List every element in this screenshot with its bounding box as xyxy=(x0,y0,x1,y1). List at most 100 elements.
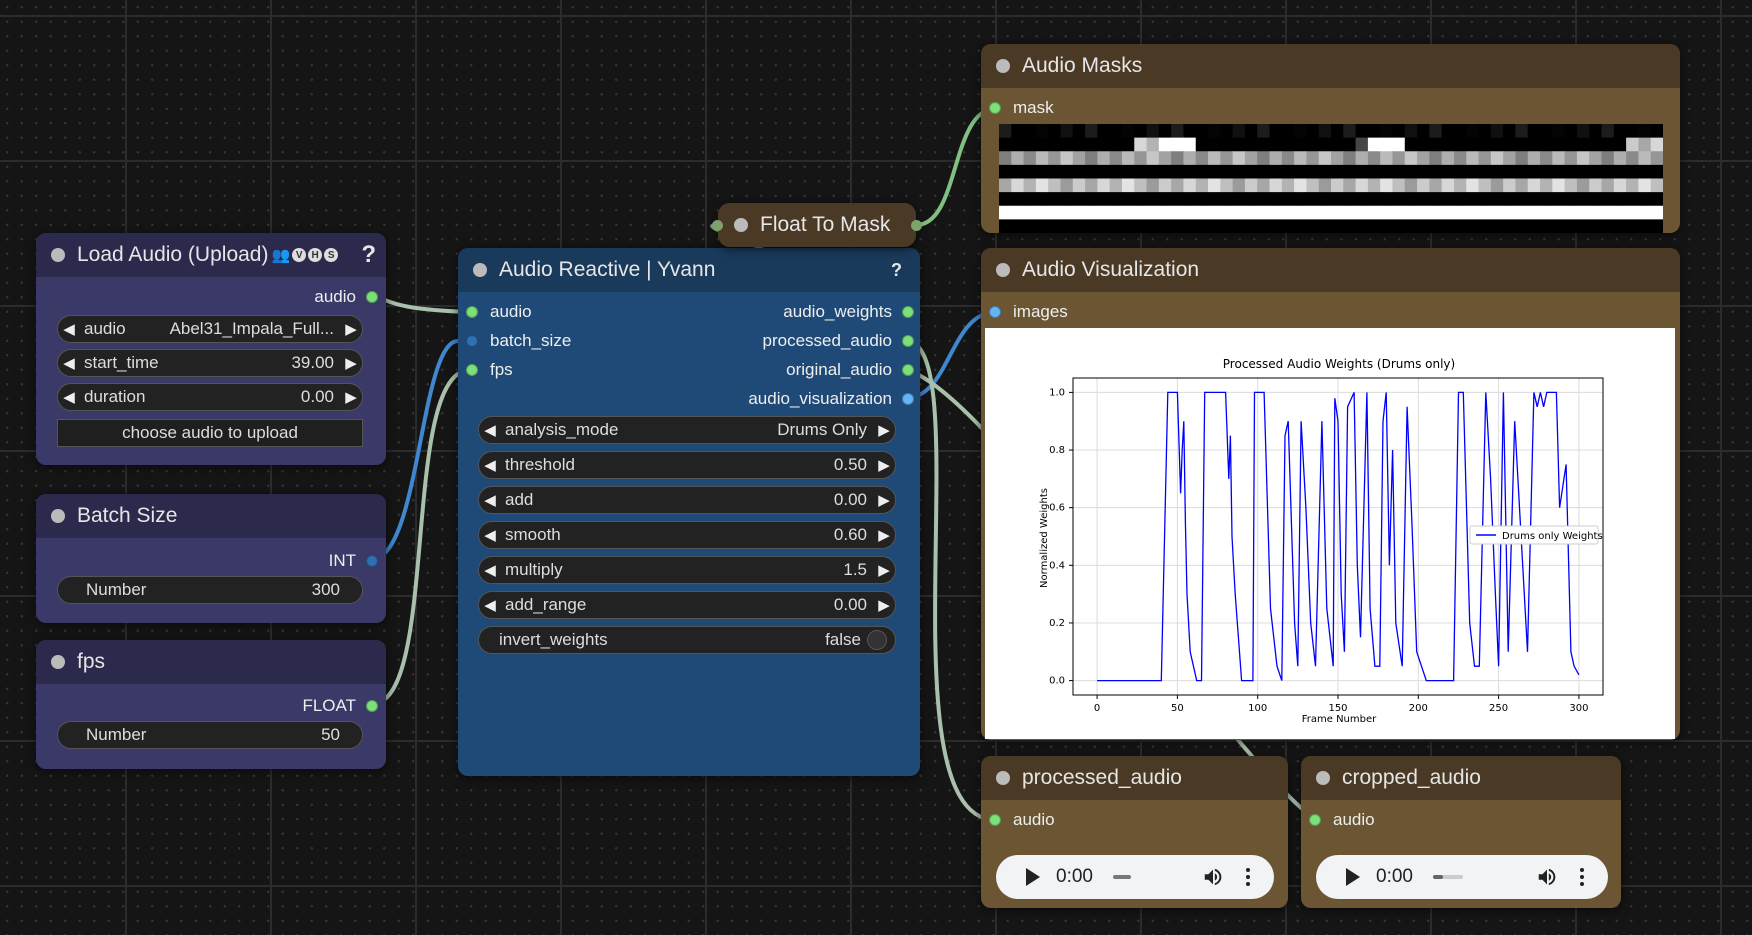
input-socket[interactable] xyxy=(466,306,478,318)
collapse-dot[interactable] xyxy=(996,771,1010,785)
left-arrow-icon[interactable]: ◀ xyxy=(479,421,501,439)
output-audio-weights[interactable]: audio_weights xyxy=(783,302,914,322)
node-title-bar[interactable]: Load Audio (Upload) 👥 V H S ? xyxy=(36,233,386,277)
duration-widget[interactable]: ◀ duration 0.00 ▶ xyxy=(57,383,363,411)
volume-icon[interactable] xyxy=(1536,866,1558,888)
right-arrow-icon[interactable]: ▶ xyxy=(873,526,895,544)
collapse-dot[interactable] xyxy=(996,263,1010,277)
node-title-bar[interactable]: Batch Size xyxy=(36,494,386,538)
volume-icon[interactable] xyxy=(1202,866,1224,888)
input-socket[interactable] xyxy=(1309,814,1321,826)
audio-visualization-node[interactable]: Audio Visualization images Processed Aud… xyxy=(981,248,1680,740)
input-socket[interactable] xyxy=(712,219,723,231)
left-arrow-icon[interactable]: ◀ xyxy=(58,320,80,338)
multiply-widget[interactable]: ◀ multiply 1.5 ▶ xyxy=(478,556,896,584)
cropped-audio-node[interactable]: cropped_audio audio 0:00 xyxy=(1301,756,1621,908)
collapse-dot[interactable] xyxy=(473,263,487,277)
right-arrow-icon[interactable]: ▶ xyxy=(873,561,895,579)
input-socket[interactable] xyxy=(989,306,1001,318)
left-arrow-icon[interactable]: ◀ xyxy=(58,388,80,406)
right-arrow-icon[interactable]: ▶ xyxy=(873,421,895,439)
left-arrow-icon[interactable]: ◀ xyxy=(479,561,501,579)
node-title-bar[interactable]: fps xyxy=(36,640,386,684)
float-to-mask-node[interactable]: Float To Mask xyxy=(712,203,922,247)
invert-weights-toggle[interactable]: invert_weights false xyxy=(478,626,896,654)
batch-size-node[interactable]: Batch Size INT Number 300 xyxy=(36,494,386,623)
input-audio[interactable]: audio xyxy=(989,810,1055,830)
output-socket[interactable] xyxy=(902,306,914,318)
node-title-bar[interactable]: cropped_audio xyxy=(1301,756,1621,800)
output-socket[interactable] xyxy=(911,219,922,231)
audio-reactive-node[interactable]: Audio Reactive | Yvann ? audio batch_siz… xyxy=(458,248,920,776)
input-batch-size[interactable]: batch_size xyxy=(466,331,571,351)
play-icon[interactable] xyxy=(1346,868,1360,886)
output-processed-audio[interactable]: processed_audio xyxy=(763,331,914,351)
fps-node[interactable]: fps FLOAT Number 50 xyxy=(36,640,386,769)
right-arrow-icon[interactable]: ▶ xyxy=(340,388,362,406)
output-socket[interactable] xyxy=(366,700,378,712)
output-socket[interactable] xyxy=(366,555,378,567)
more-options-icon[interactable] xyxy=(1246,868,1250,886)
processed-audio-node[interactable]: processed_audio audio 0:00 xyxy=(981,756,1288,908)
output-float[interactable]: FLOAT xyxy=(302,696,378,716)
left-arrow-icon[interactable]: ◀ xyxy=(479,456,501,474)
input-socket[interactable] xyxy=(466,335,478,347)
collapse-dot[interactable] xyxy=(51,509,65,523)
analysis-mode-combo[interactable]: ◀ analysis_mode Drums Only ▶ xyxy=(478,416,896,444)
node-title-bar[interactable]: Audio Visualization xyxy=(981,248,1680,292)
progress-track[interactable] xyxy=(1112,875,1131,879)
node-title-bar[interactable]: Audio Reactive | Yvann ? xyxy=(458,248,920,292)
input-images[interactable]: images xyxy=(989,302,1068,322)
start-time-widget[interactable]: ◀ start_time 39.00 ▶ xyxy=(57,349,363,377)
node-title-bar[interactable]: Audio Masks xyxy=(981,44,1680,88)
input-audio[interactable]: audio xyxy=(1309,810,1375,830)
left-arrow-icon[interactable]: ◀ xyxy=(479,526,501,544)
left-arrow-icon[interactable]: ◀ xyxy=(479,596,501,614)
collapse-dot[interactable] xyxy=(734,218,748,232)
collapse-dot[interactable] xyxy=(996,59,1010,73)
left-arrow-icon[interactable]: ◀ xyxy=(479,491,501,509)
output-int[interactable]: INT xyxy=(329,551,378,571)
add-range-widget[interactable]: ◀ add_range 0.00 ▶ xyxy=(478,591,896,619)
add-widget[interactable]: ◀ add 0.00 ▶ xyxy=(478,486,896,514)
upload-audio-button[interactable]: choose audio to upload xyxy=(57,419,363,447)
output-audio-visualization[interactable]: audio_visualization xyxy=(748,389,914,409)
toggle-knob[interactable] xyxy=(867,630,887,650)
input-socket[interactable] xyxy=(989,102,1001,114)
output-audio[interactable]: audio xyxy=(314,287,378,307)
progress-track[interactable] xyxy=(1432,875,1463,879)
help-icon[interactable]: ? xyxy=(891,260,902,281)
right-arrow-icon[interactable]: ▶ xyxy=(340,354,362,372)
input-fps[interactable]: fps xyxy=(466,360,513,380)
audio-player[interactable]: 0:00 xyxy=(1316,855,1608,899)
output-socket[interactable] xyxy=(902,364,914,376)
help-icon[interactable]: ? xyxy=(361,241,376,269)
output-original-audio[interactable]: original_audio xyxy=(786,360,914,380)
right-arrow-icon[interactable]: ▶ xyxy=(873,491,895,509)
collapse-dot[interactable] xyxy=(1316,771,1330,785)
batch-size-number[interactable]: Number 300 xyxy=(57,576,363,604)
audio-player[interactable]: 0:00 xyxy=(996,855,1274,899)
output-socket[interactable] xyxy=(366,291,378,303)
collapse-dot[interactable] xyxy=(51,655,65,669)
output-socket[interactable] xyxy=(902,335,914,347)
audio-masks-node[interactable]: Audio Masks mask xyxy=(981,44,1680,233)
output-socket[interactable] xyxy=(902,393,914,405)
input-mask[interactable]: mask xyxy=(989,98,1054,118)
left-arrow-icon[interactable]: ◀ xyxy=(58,354,80,372)
right-arrow-icon[interactable]: ▶ xyxy=(340,320,362,338)
right-arrow-icon[interactable]: ▶ xyxy=(873,456,895,474)
play-icon[interactable] xyxy=(1026,868,1040,886)
node-title-bar[interactable]: Float To Mask xyxy=(712,203,922,247)
input-socket[interactable] xyxy=(989,814,1001,826)
input-audio[interactable]: audio xyxy=(466,302,532,322)
node-title-bar[interactable]: processed_audio xyxy=(981,756,1288,800)
more-options-icon[interactable] xyxy=(1580,868,1584,886)
input-socket[interactable] xyxy=(466,364,478,376)
load-audio-node[interactable]: Load Audio (Upload) 👥 V H S ? audio ◀ au… xyxy=(36,233,386,465)
right-arrow-icon[interactable]: ▶ xyxy=(873,596,895,614)
smooth-widget[interactable]: ◀ smooth 0.60 ▶ xyxy=(478,521,896,549)
audio-file-combo[interactable]: ◀ audio Abel31_Impala_Full... ▶ xyxy=(57,315,363,343)
collapse-dot[interactable] xyxy=(51,248,65,262)
fps-number[interactable]: Number 50 xyxy=(57,721,363,749)
